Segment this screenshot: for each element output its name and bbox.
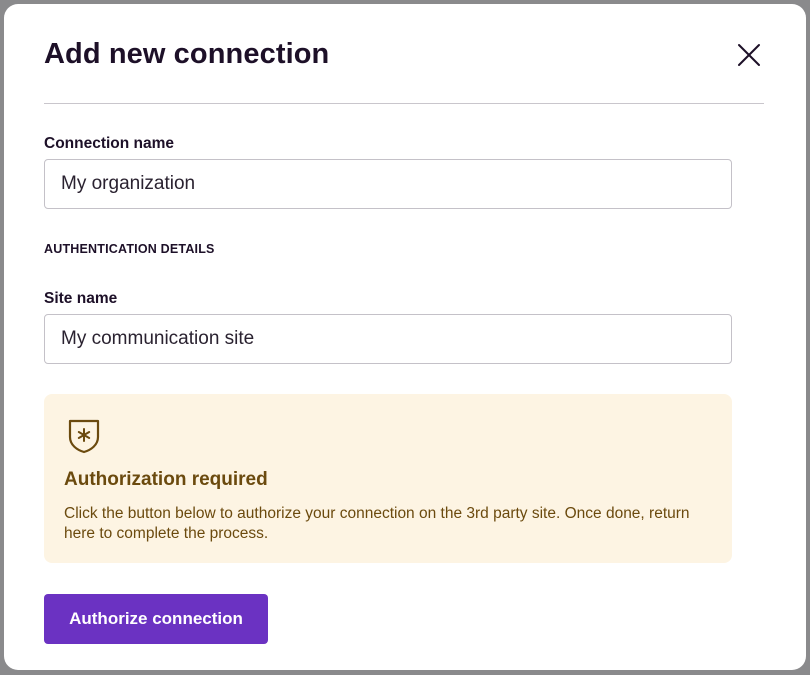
dialog-title: Add new connection: [44, 38, 330, 70]
authorization-notice: Authorization required Click the button …: [44, 394, 732, 563]
connection-name-input[interactable]: [44, 159, 732, 209]
notice-body: Click the button below to authorize your…: [64, 505, 690, 542]
notice-title: Authorization required: [64, 469, 268, 490]
shield-asterisk-icon: [68, 419, 100, 454]
connection-name-label: Connection name: [44, 135, 175, 152]
close-button[interactable]: [733, 39, 765, 71]
authentication-details-heading: AUTHENTICATION DETAILS: [44, 242, 215, 256]
header-divider: [44, 103, 764, 104]
add-connection-dialog: Add new connection Connection name AUTHE…: [4, 4, 806, 670]
site-name-input[interactable]: [44, 314, 732, 364]
site-name-label: Site name: [44, 290, 118, 307]
close-icon: [738, 44, 760, 66]
authorize-connection-button[interactable]: Authorize connection: [44, 594, 268, 644]
